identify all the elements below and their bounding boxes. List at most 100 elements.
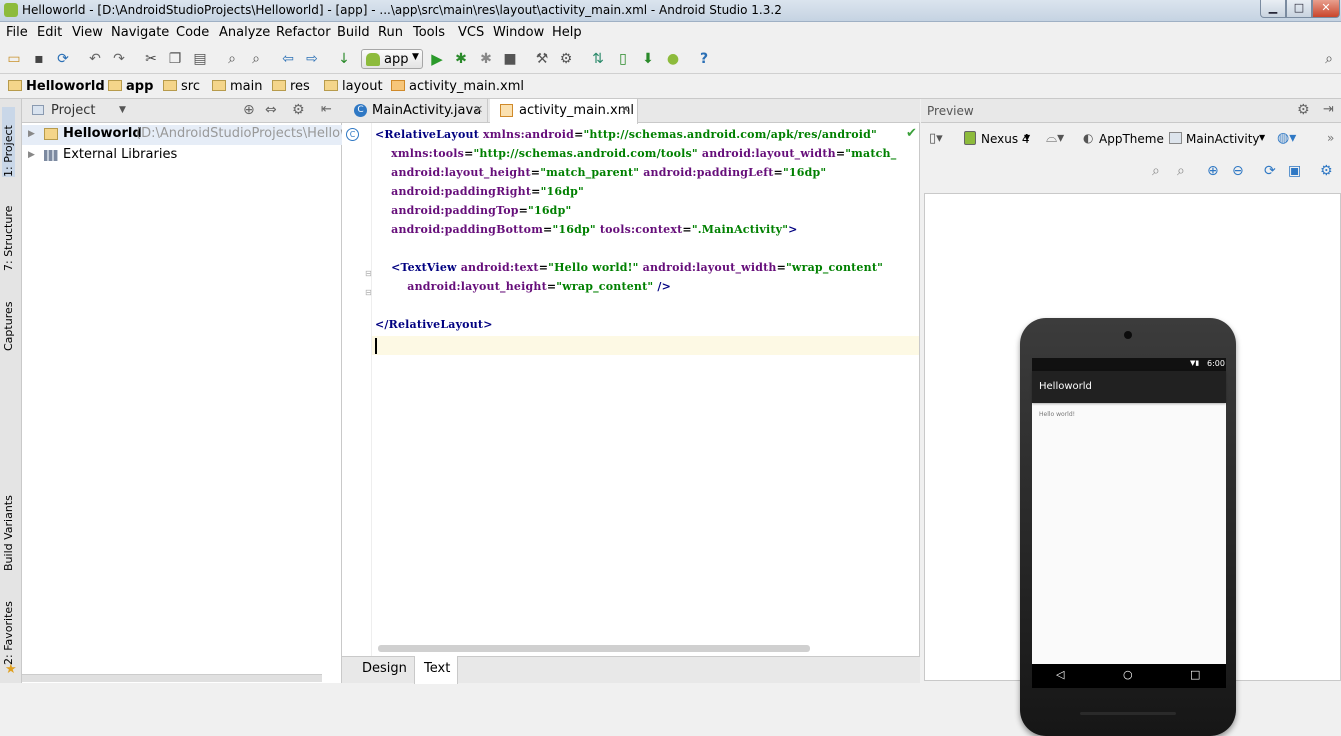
tree-item-helloworld[interactable]: ▶ Helloworld (D:\AndroidStudioProjects\H… [22,125,381,145]
tab-activity-main-xml[interactable]: activity_main.xml ✕ [490,99,638,124]
close-tab-icon[interactable]: ✕ [474,103,483,116]
menu-code[interactable]: Code [176,25,209,40]
gear-icon[interactable]: ⚙ [292,102,305,118]
tab-favorites[interactable]: 2: Favorites [2,595,15,665]
gradle-sync-icon[interactable]: ⇅ [590,51,606,67]
close-tab-icon[interactable]: ✕ [621,103,630,116]
help-icon[interactable]: ? [696,51,712,67]
sdk-manager-icon[interactable]: ⬇ [640,51,656,67]
menu-analyze[interactable]: Analyze [219,25,270,40]
breadcrumb-item[interactable]: Helloworld [8,79,105,94]
cut-icon[interactable]: ✂ [143,51,159,67]
chevron-down-icon[interactable]: ▼ [1259,133,1265,142]
tree-item-external-libraries[interactable]: ▶ External Libraries [22,146,342,166]
tab-build-variants[interactable]: Build Variants [2,483,15,571]
code-token: android:layout_width [638,261,777,274]
copy-icon[interactable]: ❐ [167,51,183,67]
scroll-from-source-icon[interactable]: ⊕ [243,102,255,118]
gear-icon[interactable]: ⚙ [1297,102,1310,118]
breadcrumb-item[interactable]: activity_main.xml [391,79,524,94]
tab-mainactivity-java[interactable]: C MainActivity.java ✕ [348,99,488,123]
save-icon[interactable]: ▪ [31,51,47,67]
horizontal-scrollbar[interactable] [378,645,810,652]
menu-build[interactable]: Build [337,25,370,40]
activity-selector[interactable]: MainActivity [1186,132,1260,146]
battery-icon: ▼▮ [1190,359,1200,367]
project-view-selector[interactable]: Project [51,103,95,118]
back-icon[interactable]: ⇦ [280,51,296,67]
tab-design[interactable]: Design [362,661,407,676]
attach-debugger-icon[interactable]: ✱ [478,51,494,67]
menu-refactor[interactable]: Refactor [276,25,331,40]
locale-globe-icon[interactable]: ◍▾ [1277,130,1296,146]
tab-captures[interactable]: Captures [2,291,15,351]
close-button[interactable]: ✕ [1312,0,1340,18]
code-area[interactable]: <RelativeLayout xmlns:android="http://sc… [375,128,920,628]
code-token: tools:context [595,223,683,236]
breadcrumb-item[interactable]: main [212,79,262,94]
screenshot-icon[interactable]: ▣ [1288,163,1301,179]
device-selector[interactable]: Nexus 4 [981,132,1030,146]
forward-icon[interactable]: ⇨ [304,51,320,67]
tab-structure[interactable]: 7: Structure [2,191,15,271]
avd-manager-icon[interactable]: ▯ [615,51,631,67]
project-structure-icon[interactable]: ⚒ [534,51,550,67]
tab-project[interactable]: 1: Project [2,107,15,177]
minimize-button[interactable]: ▁ [1260,0,1286,18]
theme-selector[interactable]: AppTheme [1099,132,1164,146]
expand-arrow-icon[interactable]: ▶ [28,150,35,160]
zoom-to-fit-icon[interactable]: ⌕ [1152,163,1160,179]
orientation-icon[interactable]: ⌓▾ [1046,130,1064,146]
menu-tools[interactable]: Tools [413,25,445,40]
menu-vcs[interactable]: VCS [458,25,484,40]
activity-context-icon[interactable]: C [346,128,359,141]
fold-marker-icon[interactable]: ⊟ [365,288,372,297]
collapse-all-icon[interactable]: ⇔ [265,102,277,118]
find-icon[interactable]: ⌕ [224,51,240,67]
breadcrumb-label: Helloworld [26,79,105,94]
run-icon[interactable]: ▶ [429,51,445,67]
menu-help[interactable]: Help [552,25,582,40]
run-config-dropdown[interactable]: app ▼ [361,49,423,69]
open-folder-icon[interactable]: ▭ [6,51,22,67]
gear-icon[interactable]: ⚙ [1320,163,1333,179]
make-project-icon[interactable]: ↓ [336,51,352,67]
hide-panel-icon[interactable]: ⇥ [1323,102,1334,117]
redo-icon[interactable]: ↷ [111,51,127,67]
title-bar: Helloworld - [D:\AndroidStudioProjects\H… [0,0,1341,22]
chevron-down-icon[interactable]: ▼ [119,105,126,115]
breadcrumb-item[interactable]: res [272,79,310,94]
stop-icon[interactable]: ■ [502,51,518,67]
undo-icon[interactable]: ↶ [87,51,103,67]
breadcrumb-item[interactable]: app [108,79,153,94]
refresh-icon[interactable]: ⟳ [1264,163,1276,179]
android-monitor-icon[interactable]: ● [665,51,681,67]
menu-navigate[interactable]: Navigate [111,25,169,40]
zoom-in-icon[interactable]: ⊕ [1207,163,1219,179]
chevron-down-icon[interactable]: ▼ [1024,133,1030,142]
hide-panel-icon[interactable]: ⇤ [321,102,332,117]
horizontal-scrollbar[interactable] [22,674,322,682]
expand-arrow-icon[interactable]: ▶ [28,129,35,139]
menu-edit[interactable]: Edit [37,25,62,40]
configuration-icon[interactable]: ▯▾ [929,131,943,146]
more-icon[interactable]: » [1327,131,1334,145]
maximize-button[interactable]: □ [1286,0,1312,18]
breadcrumb-item[interactable]: layout [324,79,383,94]
code-token: android:text [460,261,539,274]
breadcrumb-item[interactable]: src [163,79,200,94]
tab-text[interactable]: Text [414,656,458,684]
menu-view[interactable]: View [72,25,103,40]
settings-icon[interactable]: ⚙ [558,51,574,67]
search-everywhere-icon[interactable]: ⌕ [1321,51,1337,67]
menu-run[interactable]: Run [378,25,403,40]
debug-icon[interactable]: ✱ [453,51,469,67]
menu-file[interactable]: File [6,25,28,40]
zoom-out-icon[interactable]: ⊖ [1232,163,1244,179]
fold-marker-icon[interactable]: ⊟ [365,269,372,278]
sync-icon[interactable]: ⟳ [55,51,71,67]
paste-icon[interactable]: ▤ [192,51,208,67]
replace-icon[interactable]: ⌕ [248,51,264,67]
zoom-actual-icon[interactable]: ⌕ [1177,163,1185,179]
menu-window[interactable]: Window [493,25,544,40]
